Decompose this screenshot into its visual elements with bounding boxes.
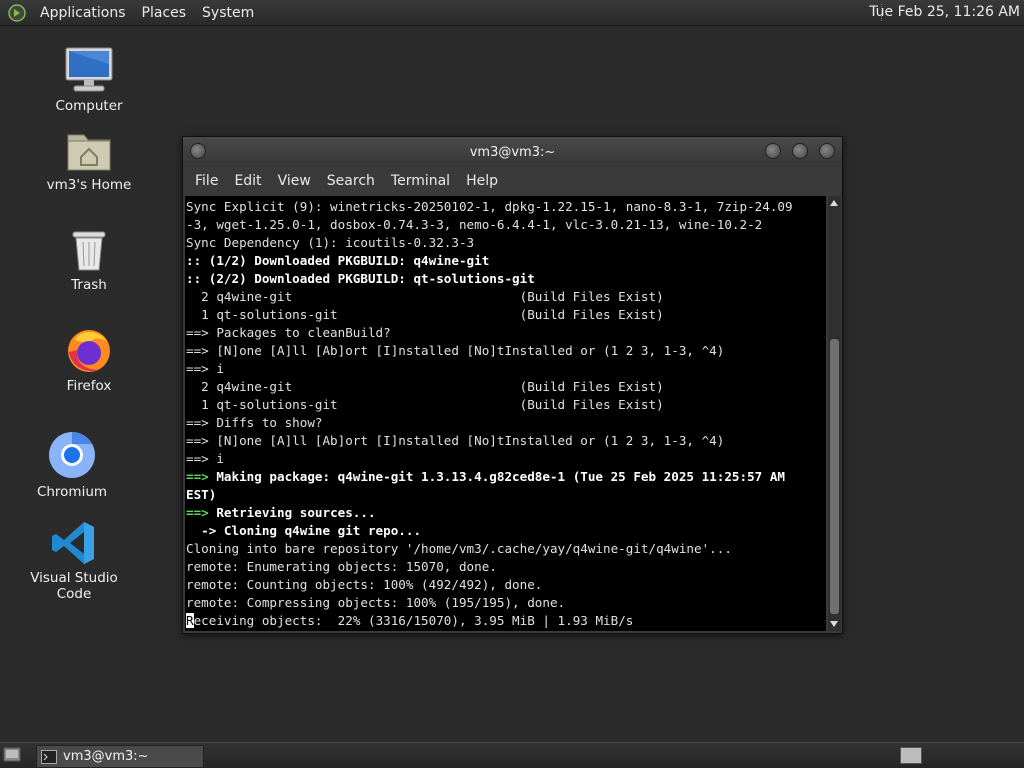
system-menu[interactable]: System <box>194 5 262 21</box>
desktop-icon-label: vm3's Home <box>46 177 132 193</box>
firefox-icon <box>68 330 110 372</box>
desktop-icon-computer[interactable]: Computer <box>29 46 149 114</box>
computer-icon <box>65 47 113 92</box>
desktop-icon-label: Firefox <box>66 378 112 394</box>
scroll-up-icon[interactable] <box>830 200 838 206</box>
terminal-line: remote: Enumerating objects: 15070, done… <box>186 559 497 574</box>
trash-icon <box>72 231 106 271</box>
menu-help[interactable]: Help <box>458 173 506 189</box>
terminal-line: :: (1/2) Downloaded PKGBUILD: q4wine-git <box>186 253 490 268</box>
terminal-line: ==> [N]one [A]ll [Ab]ort [I]nstalled [No… <box>186 433 725 448</box>
terminal-menubar: File Edit View Search Terminal Help <box>183 167 842 195</box>
window-titlebar[interactable]: vm3@vm3:~ <box>183 137 842 167</box>
home-folder-icon <box>67 134 111 171</box>
terminal-line: ==> i <box>186 361 224 376</box>
menu-search[interactable]: Search <box>319 173 383 189</box>
terminal-line: 1 qt-solutions-git (Build Files Exist) <box>186 397 664 412</box>
terminal-line: 2 q4wine-git (Build Files Exist) <box>186 289 664 304</box>
bottom-panel: vm3@vm3:~ <box>0 742 1024 768</box>
terminal-line: ==> [N]one [A]ll [Ab]ort [I]nstalled [No… <box>186 343 725 358</box>
terminal-line-retrieving: ==> Retrieving sources... <box>186 505 376 520</box>
desktop-icon-vscode[interactable]: Visual Studio Code <box>14 520 134 602</box>
terminal-line: EST) <box>186 487 217 502</box>
terminal-line: -> Cloning q4wine git repo... <box>186 523 422 538</box>
workspace-switcher[interactable] <box>900 747 922 764</box>
desktop-icon-trash[interactable]: Trash <box>29 229 149 293</box>
menu-edit[interactable]: Edit <box>226 173 269 189</box>
terminal-line: :: (2/2) Downloaded PKGBUILD: qt-solutio… <box>186 271 535 286</box>
terminal-line: -3, wget-1.25.0-1, dosbox-0.74.3-3, nemo… <box>186 217 763 232</box>
terminal-line: Cloning into bare repository '/home/vm3/… <box>186 541 732 556</box>
terminal-line: 1 qt-solutions-git (Build Files Exist) <box>186 307 664 322</box>
scrollbar-thumb[interactable] <box>830 339 839 614</box>
terminal-line-making-package: ==> Making package: q4wine-git 1.3.13.4.… <box>186 469 785 484</box>
desktop-icon-chromium[interactable]: Chromium <box>12 430 132 500</box>
minimize-button[interactable] <box>765 143 781 159</box>
applications-menu[interactable]: Applications <box>32 5 134 21</box>
terminal-line: ==> Packages to cleanBuild? <box>186 325 391 340</box>
desktop-icon-firefox[interactable]: Firefox <box>29 326 149 394</box>
desktop-icon-label: Visual Studio Code <box>30 570 118 602</box>
terminal-output[interactable]: Sync Explicit (9): winetricks-20250102-1… <box>185 196 826 631</box>
terminal-line: Sync Dependency (1): icoutils-0.32.3-3 <box>186 235 475 250</box>
close-button[interactable] <box>819 143 835 159</box>
menu-view[interactable]: View <box>270 173 319 189</box>
taskbar-window-button[interactable]: vm3@vm3:~ <box>36 745 204 768</box>
show-desktop-icon[interactable] <box>3 746 21 763</box>
terminal-line: remote: Compressing objects: 100% (195/1… <box>186 595 566 610</box>
terminal-line-receiving: Receiving objects: 22% (3316/15070), 3.9… <box>186 613 634 628</box>
desktop-icon-label: Computer <box>55 98 123 114</box>
terminal-line: ==> Diffs to show? <box>186 415 323 430</box>
maximize-button[interactable] <box>792 143 808 159</box>
places-menu[interactable]: Places <box>134 5 195 21</box>
terminal-icon <box>41 749 57 764</box>
terminal-cursor: R <box>186 613 194 628</box>
terminal-line: remote: Counting objects: 100% (492/492)… <box>186 577 543 592</box>
terminal-scrollbar[interactable] <box>828 196 841 631</box>
terminal-line: Sync Explicit (9): winetricks-20250102-1… <box>186 199 793 214</box>
top-panel: Applications Places System Tue Feb 25, 1… <box>0 0 1024 26</box>
menu-file[interactable]: File <box>187 173 226 189</box>
vscode-icon <box>52 522 94 564</box>
desktop-icon-home[interactable]: vm3's Home <box>29 127 149 193</box>
menu-terminal[interactable]: Terminal <box>383 173 458 189</box>
terminal-line: ==> i <box>186 451 224 466</box>
chromium-icon <box>49 432 95 478</box>
taskbar-window-label: vm3@vm3:~ <box>63 749 149 764</box>
scroll-down-icon[interactable] <box>830 621 838 627</box>
desktop-icon-label: Trash <box>71 277 107 293</box>
applications-logo-icon[interactable] <box>8 3 26 22</box>
terminal-window[interactable]: vm3@vm3:~ File Edit View Search Terminal… <box>182 136 843 634</box>
desktop-icon-label: Chromium <box>36 484 108 500</box>
terminal-line: 2 q4wine-git (Build Files Exist) <box>186 379 664 394</box>
clock[interactable]: Tue Feb 25, 11:26 AM <box>869 4 1020 20</box>
window-title: vm3@vm3:~ <box>469 145 556 160</box>
